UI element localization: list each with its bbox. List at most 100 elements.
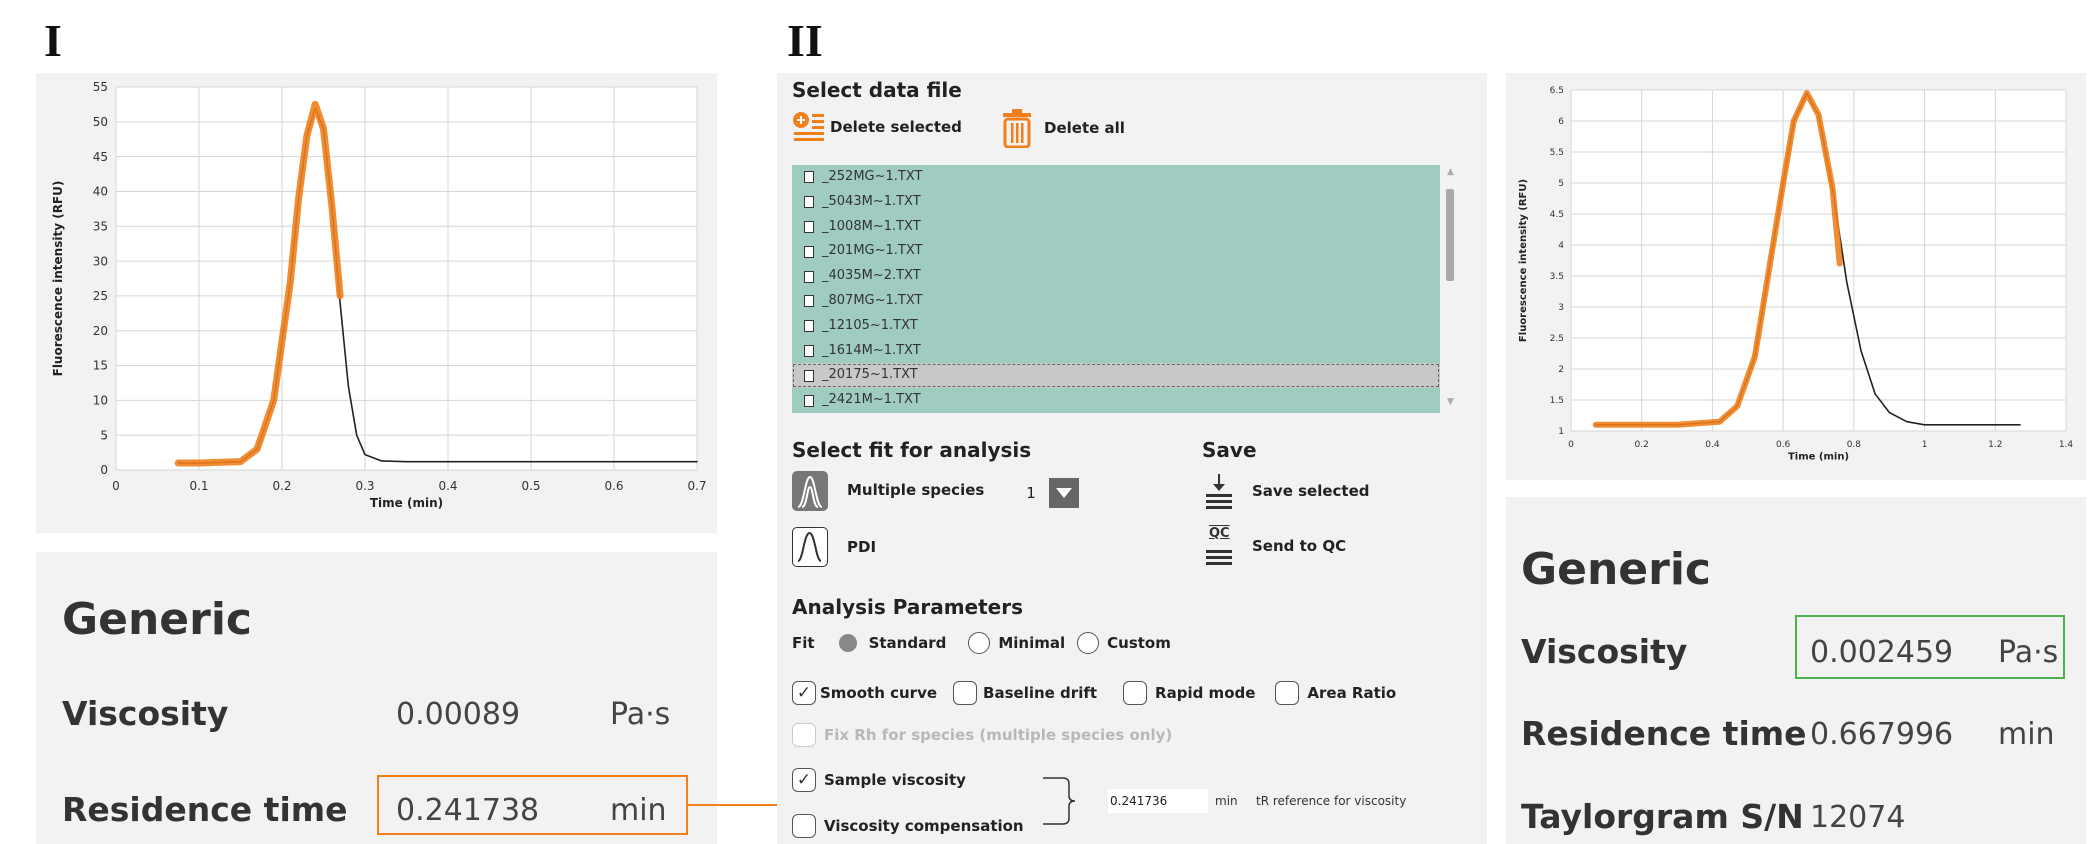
y-tick-label: 15 bbox=[93, 359, 108, 373]
options-bracket bbox=[1043, 777, 1076, 825]
fit-option-custom-label: Custom bbox=[1107, 634, 1171, 652]
file-name: _12105~1.TXT bbox=[822, 317, 918, 333]
save-selected-button[interactable]: Save selected bbox=[1202, 472, 1370, 510]
y-tick-label: 0 bbox=[100, 463, 108, 477]
sample-viscosity-label: Sample viscosity bbox=[824, 771, 966, 789]
multiple-species-button[interactable] bbox=[792, 471, 828, 511]
save-section-title: Save bbox=[1202, 438, 1257, 462]
fit-option-minimal[interactable]: Minimal bbox=[968, 632, 1065, 654]
delete-all-label: Delete all bbox=[1044, 119, 1125, 137]
tr-reference-input[interactable]: 0.241736 bbox=[1108, 789, 1208, 813]
y-tick-label: 20 bbox=[93, 324, 108, 338]
fit-option-standard[interactable]: Standard bbox=[838, 634, 947, 652]
smooth-curve-option[interactable]: ✓ Smooth curve bbox=[792, 681, 937, 705]
right-taylorgram-value: 12074 bbox=[1810, 800, 1906, 835]
y-tick-label: 50 bbox=[93, 115, 108, 129]
species-count-select[interactable]: 1 bbox=[1013, 478, 1083, 508]
fit-option-standard-label: Standard bbox=[868, 634, 947, 652]
smooth-curve-checkbox[interactable]: ✓ bbox=[792, 681, 816, 705]
fit-section-title: Select fit for analysis bbox=[792, 438, 1032, 462]
file-list-item[interactable]: _1614M~1.TXT bbox=[792, 339, 1440, 364]
x-tick-label: 0 bbox=[1568, 440, 1574, 450]
file-list-item[interactable]: _20175~1.TXT bbox=[792, 363, 1440, 389]
fit-option-custom[interactable]: Custom bbox=[1077, 632, 1171, 654]
pdi-button[interactable] bbox=[792, 527, 828, 567]
x-tick-label: 0.6 bbox=[1776, 440, 1791, 450]
file-name: _252MG~1.TXT bbox=[822, 169, 923, 184]
file-list-item[interactable]: _12105~1.TXT bbox=[792, 314, 1440, 339]
y-tick-label: 40 bbox=[93, 185, 108, 199]
y-tick-label: 3.5 bbox=[1550, 272, 1564, 282]
y-tick-label: 6.5 bbox=[1550, 86, 1564, 96]
send-to-qc-button[interactable]: QC Send to QC bbox=[1202, 526, 1346, 566]
y-tick-label: 55 bbox=[93, 80, 108, 94]
left-viscosity-value: 0.00089 bbox=[396, 697, 521, 732]
x-tick-label: 0.4 bbox=[438, 479, 457, 493]
y-axis-label: Fluorescence intensity (RFU) bbox=[51, 181, 65, 377]
file-list-item[interactable]: _2421M~1.TXT bbox=[792, 388, 1440, 413]
y-tick-label: 30 bbox=[93, 254, 108, 268]
sample-viscosity-option[interactable]: ✓ Sample viscosity bbox=[792, 768, 966, 792]
file-list-item[interactable]: _4035M~2.TXT bbox=[792, 264, 1440, 289]
x-axis-label: Time (min) bbox=[370, 496, 443, 510]
delete-selected-label: Delete selected bbox=[830, 118, 962, 136]
right-residence-unit: min bbox=[1998, 717, 2055, 752]
x-tick-label: 0 bbox=[112, 479, 120, 493]
file-list-item[interactable]: _807MG~1.TXT bbox=[792, 289, 1440, 314]
checkbox-row: ✓ Smooth curve Baseline drift Rapid mode… bbox=[792, 681, 1396, 705]
file-name: _4035M~2.TXT bbox=[822, 268, 921, 284]
plot-area bbox=[1571, 90, 2066, 431]
x-tick-label: 0.7 bbox=[687, 479, 706, 493]
right-viscosity-label: Viscosity bbox=[1521, 632, 1688, 671]
x-axis-label: Time (min) bbox=[1788, 452, 1849, 463]
rapid-mode-label: Rapid mode bbox=[1155, 684, 1256, 702]
baseline-drift-option[interactable]: Baseline drift bbox=[953, 681, 1097, 705]
chevron-down-icon[interactable] bbox=[1049, 478, 1079, 508]
area-ratio-checkbox[interactable] bbox=[1275, 681, 1300, 705]
delete-all-button[interactable]: Delete all bbox=[1000, 108, 1125, 148]
rapid-mode-option[interactable]: Rapid mode bbox=[1123, 681, 1255, 705]
pdi-icon bbox=[797, 531, 822, 562]
file-list-scrollbar[interactable]: ▲ ▼ bbox=[1444, 165, 1456, 413]
file-icon bbox=[804, 320, 814, 333]
sample-viscosity-checkbox[interactable]: ✓ bbox=[792, 768, 816, 792]
area-ratio-option[interactable]: Area Ratio bbox=[1275, 681, 1396, 705]
x-tick-label: 0.8 bbox=[1847, 440, 1862, 450]
file-list-item[interactable]: _252MG~1.TXT bbox=[792, 165, 1440, 190]
file-list-item[interactable]: _1008M~1.TXT bbox=[792, 215, 1440, 240]
radio-standard-icon[interactable] bbox=[838, 634, 857, 652]
fix-rh-checkbox[interactable] bbox=[792, 723, 816, 747]
radio-minimal-icon[interactable] bbox=[968, 632, 991, 654]
plot-area bbox=[116, 87, 697, 470]
x-tick-label: 0.2 bbox=[272, 479, 291, 493]
x-tick-label: 0.5 bbox=[521, 479, 540, 493]
baseline-drift-checkbox[interactable] bbox=[953, 681, 978, 705]
delete-selected-button[interactable]: Delete selected bbox=[792, 110, 962, 144]
multiple-species-label: Multiple species bbox=[847, 481, 985, 499]
rapid-mode-checkbox[interactable] bbox=[1123, 681, 1148, 705]
file-list-item[interactable]: _5043M~1.TXT bbox=[792, 190, 1440, 215]
viscosity-compensation-option[interactable]: Viscosity compensation bbox=[792, 814, 1024, 838]
radio-custom-icon[interactable] bbox=[1077, 632, 1100, 654]
save-icon bbox=[1206, 474, 1232, 509]
panel-label-I: I bbox=[44, 15, 62, 66]
file-name: _20175~1.TXT bbox=[822, 367, 918, 383]
fit-label: Fit bbox=[792, 634, 815, 652]
file-icon bbox=[804, 245, 814, 258]
file-name: _2421M~1.TXT bbox=[822, 392, 921, 408]
right-residence-value: 0.667996 bbox=[1810, 717, 1954, 752]
file-icon bbox=[804, 295, 814, 308]
left-viscosity-unit: Pa·s bbox=[610, 697, 671, 732]
scrollbar-thumb[interactable] bbox=[1446, 189, 1454, 281]
species-count-value: 1 bbox=[1026, 484, 1036, 502]
right-results-title: Generic bbox=[1521, 544, 1711, 595]
fit-option-minimal-label: Minimal bbox=[998, 634, 1066, 652]
x-tick-label: 0.6 bbox=[604, 479, 623, 493]
fix-rh-option[interactable]: Fix Rh for species (multiple species onl… bbox=[792, 723, 1172, 747]
baseline-drift-label: Baseline drift bbox=[983, 684, 1098, 702]
file-list[interactable]: _252MG~1.TXT _5043M~1.TXT _1008M~1.TXT _201… bbox=[792, 165, 1440, 413]
pdi-label: PDI bbox=[847, 538, 877, 556]
viscosity-compensation-checkbox[interactable] bbox=[792, 814, 816, 838]
y-tick-label: 5.5 bbox=[1550, 148, 1564, 158]
file-list-item[interactable]: _201MG~1.TXT bbox=[792, 239, 1440, 264]
